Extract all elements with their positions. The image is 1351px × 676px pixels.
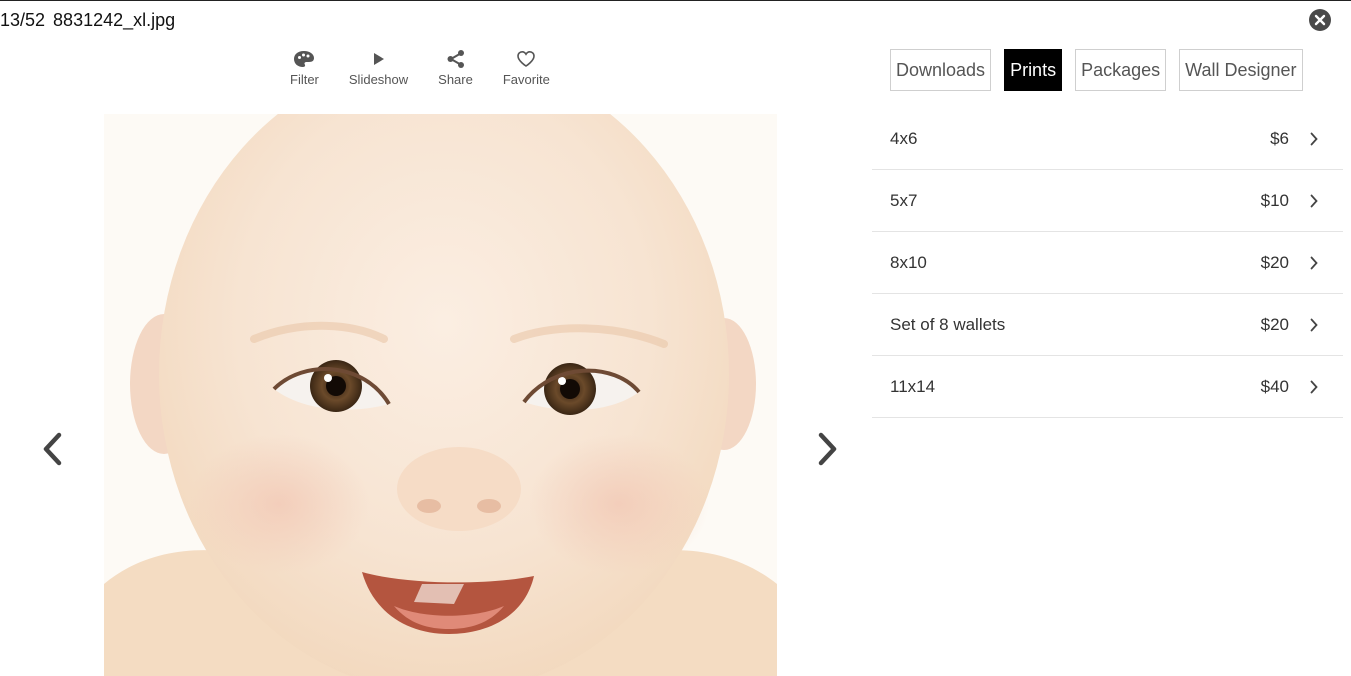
price-row[interactable]: 11x14 $40 <box>872 356 1343 418</box>
share-label: Share <box>438 72 473 87</box>
tab-packages-label: Packages <box>1081 59 1161 80</box>
close-button[interactable] <box>1309 9 1331 31</box>
product-tabs: Downloads Prints Packages Wall Designer <box>890 49 1303 91</box>
counter-text: 13/52 <box>0 10 46 30</box>
close-icon <box>1314 14 1326 26</box>
print-size: 4x6 <box>890 128 918 148</box>
favorite-label: Favorite <box>502 72 550 87</box>
photo-toolbar: Filter Slideshow Share Favorite <box>290 48 580 87</box>
slideshow-button[interactable]: Slideshow <box>349 48 408 87</box>
heart-icon <box>517 50 536 67</box>
palette-icon <box>294 51 315 67</box>
tab-wall-designer[interactable]: Wall Designer <box>1179 49 1303 91</box>
print-price: $10 <box>1260 190 1289 210</box>
top-border <box>0 0 1351 1</box>
filter-label: Filter <box>290 72 319 87</box>
favorite-button[interactable]: Favorite <box>503 48 550 87</box>
filter-button[interactable]: Filter <box>290 48 319 87</box>
price-row[interactable]: Set of 8 wallets $20 <box>872 294 1343 356</box>
print-price: $20 <box>1260 314 1289 334</box>
price-row[interactable]: 5x7 $10 <box>872 170 1343 232</box>
main-photo <box>104 114 777 676</box>
tab-downloads-label: Downloads <box>896 59 986 80</box>
print-size: 8x10 <box>890 252 927 272</box>
price-row[interactable]: 4x6 $6 <box>872 108 1343 170</box>
slideshow-label: Slideshow <box>348 72 409 87</box>
print-price: $20 <box>1260 252 1289 272</box>
tab-prints[interactable]: Prints <box>1004 49 1063 91</box>
share-icon <box>447 50 464 68</box>
print-size: 5x7 <box>890 190 918 210</box>
chevron-right-icon <box>1310 380 1318 393</box>
tab-packages[interactable]: Packages <box>1075 49 1167 91</box>
chevron-right-icon <box>1310 194 1318 207</box>
baby-photo-image <box>104 114 777 676</box>
chevron-right-icon <box>1310 256 1318 269</box>
tab-prints-label: Prints <box>1010 59 1057 80</box>
print-price: $6 <box>1270 128 1289 148</box>
print-size: 11x14 <box>890 376 936 396</box>
chevron-right-icon <box>818 432 837 466</box>
chevron-right-icon <box>1310 132 1318 145</box>
image-counter: 13/52 8831242_xl.jpg <box>0 10 175 31</box>
chevron-left-icon <box>43 432 62 466</box>
tab-downloads[interactable]: Downloads <box>890 49 992 91</box>
next-photo-button[interactable] <box>814 430 842 468</box>
print-price: $40 <box>1260 376 1289 396</box>
play-icon <box>373 53 384 65</box>
tab-wall-designer-label: Wall Designer <box>1185 59 1297 80</box>
chevron-right-icon <box>1310 318 1318 331</box>
share-button[interactable]: Share <box>438 48 473 87</box>
filename-text: 8831242_xl.jpg <box>53 10 176 30</box>
print-price-list: 4x6 $6 5x7 $10 8x10 $20 Set of 8 wallets… <box>872 108 1343 418</box>
print-size: Set of 8 wallets <box>890 314 1006 334</box>
price-row[interactable]: 8x10 $20 <box>872 232 1343 294</box>
previous-photo-button[interactable] <box>38 430 66 468</box>
